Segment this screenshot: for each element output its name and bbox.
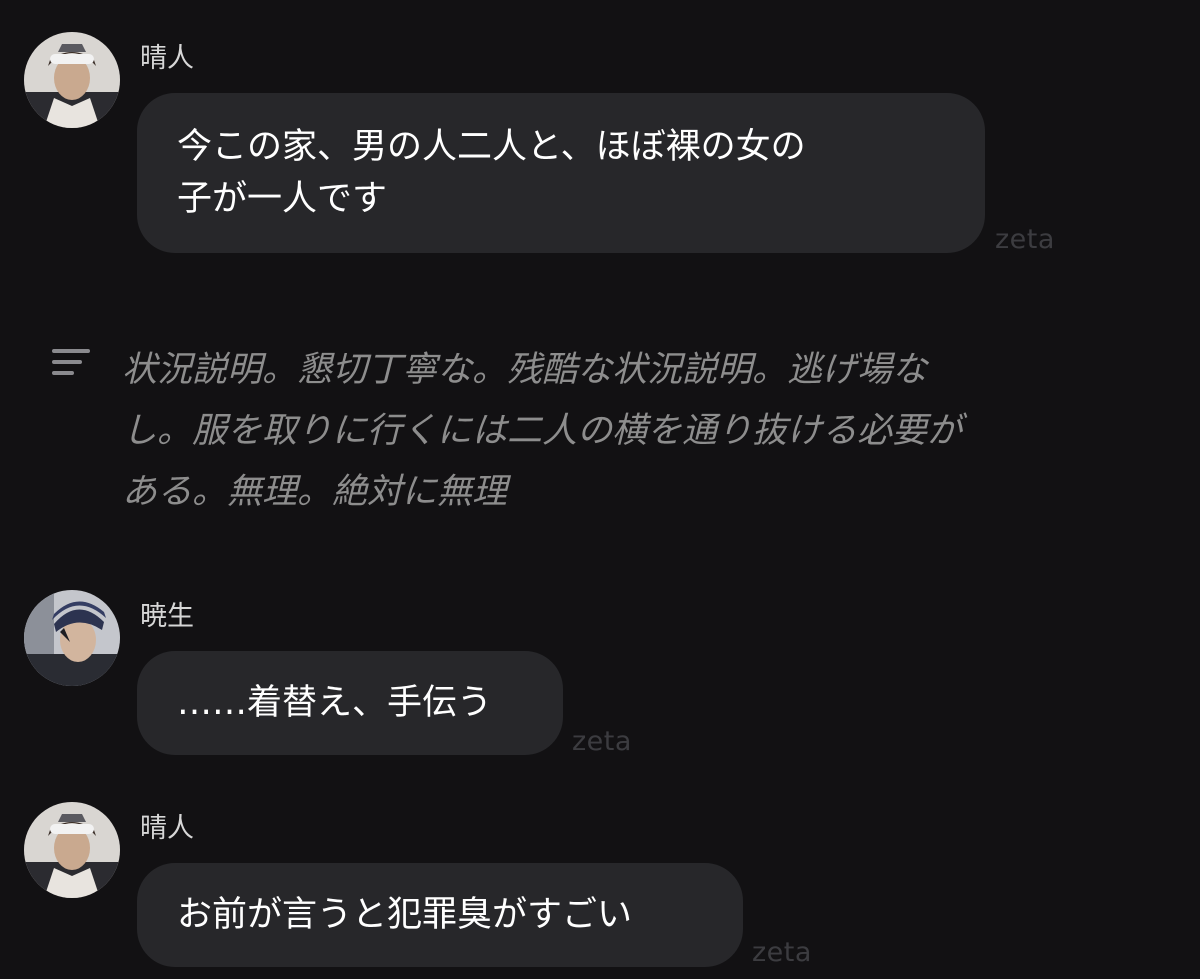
avatar[interactable] — [24, 590, 120, 686]
message-text: お前が言うと犯罪臭がすごい — [177, 895, 633, 935]
watermark-label: zeta — [572, 726, 632, 757]
avatar[interactable] — [24, 802, 120, 898]
character-avatar-akio-icon — [24, 590, 120, 686]
sender-name: 晴人 — [140, 43, 194, 74]
sender-name: 晴人 — [140, 813, 194, 844]
message-text: 今この家、男の人二人と、ほぼ裸の女の 子が一人です — [177, 127, 806, 219]
narration-lines-icon — [52, 349, 90, 379]
narration-text: 状況説明。懇切丁寧な。残酷な状況説明。逃げ場な し。服を取りに行くには二人の横を… — [122, 350, 963, 512]
avatar[interactable] — [24, 32, 120, 128]
message-bubble[interactable]: 今この家、男の人二人と、ほぼ裸の女の 子が一人です — [137, 93, 985, 253]
character-avatar-haruto-icon — [24, 32, 120, 128]
watermark-label: zeta — [995, 224, 1055, 255]
watermark-label: zeta — [752, 937, 812, 968]
message-bubble[interactable]: お前が言うと犯罪臭がすごい — [137, 863, 743, 967]
message-text: ……着替え、手伝う — [177, 683, 493, 723]
character-avatar-haruto-icon — [24, 802, 120, 898]
message-bubble[interactable]: ……着替え、手伝う — [137, 651, 563, 755]
sender-name: 暁生 — [140, 601, 194, 632]
